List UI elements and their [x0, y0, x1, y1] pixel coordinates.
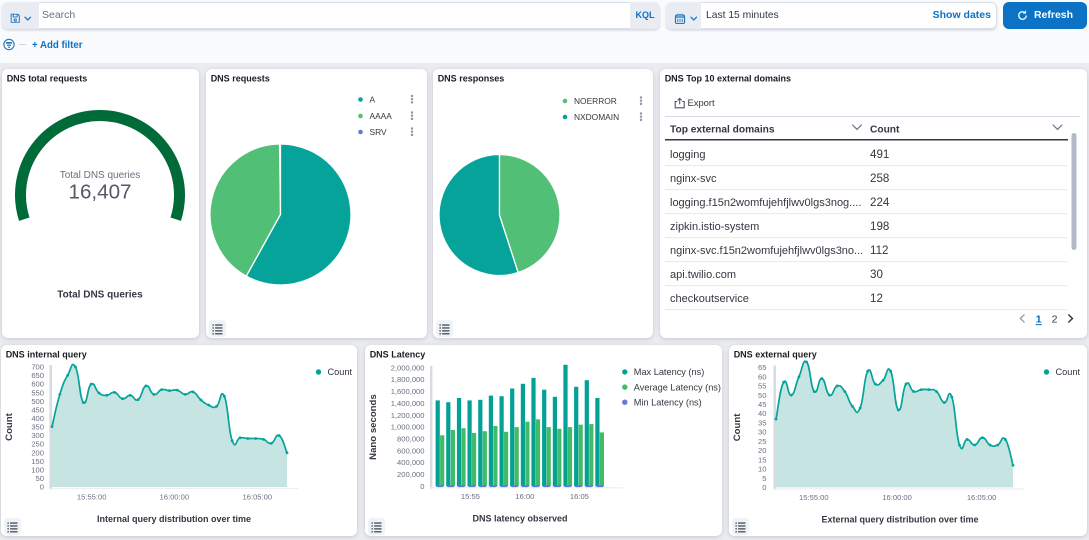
svg-text:DNS latency observed: DNS latency observed [472, 513, 567, 523]
svg-text:300: 300 [31, 431, 44, 440]
svg-text:logging.f15n2womfujehfjlwv0lgs: logging.f15n2womfujehfjlwv0lgs3nog.... [670, 197, 861, 209]
svg-text:50: 50 [758, 391, 766, 400]
svg-text:16,407: 16,407 [69, 181, 132, 204]
svg-text:Top external domains: Top external domains [670, 125, 775, 136]
svg-text:16:00:00: 16:00:00 [882, 493, 912, 502]
svg-text:650: 650 [31, 371, 44, 380]
svg-text:16:05: 16:05 [570, 492, 589, 501]
svg-text:External query distribution ov: External query distribution over time [821, 514, 978, 524]
svg-text:15:55: 15:55 [461, 492, 480, 501]
svg-text:DNS Latency: DNS Latency [370, 350, 426, 360]
svg-text:20: 20 [758, 446, 766, 455]
svg-text:10: 10 [758, 465, 766, 474]
svg-text:Export: Export [688, 97, 715, 108]
svg-text:logging: logging [670, 149, 705, 161]
svg-text:1,200,000: 1,200,000 [391, 411, 425, 420]
svg-text:15: 15 [758, 455, 766, 464]
svg-text:16:05:00: 16:05:00 [967, 493, 997, 502]
svg-text:Count: Count [4, 412, 15, 441]
svg-text:16:05:00: 16:05:00 [243, 493, 273, 502]
svg-text:198: 198 [870, 220, 889, 233]
svg-text:nginx-svc.f15n2womfujehfjlwv0l: nginx-svc.f15n2womfujehfjlwv0lgs3no... [670, 245, 863, 257]
svg-text:Internal query distribution ov: Internal query distribution over time [97, 514, 251, 524]
svg-text:0: 0 [762, 483, 766, 492]
svg-text:Average Latency (ns): Average Latency (ns) [634, 382, 721, 392]
svg-text:AAAA: AAAA [370, 111, 393, 121]
svg-text:A: A [370, 95, 376, 105]
svg-text:Count: Count [328, 367, 353, 377]
svg-text:450: 450 [31, 406, 44, 415]
svg-text:50: 50 [36, 474, 44, 483]
svg-text:DNS external query: DNS external query [734, 350, 817, 360]
svg-text:500: 500 [31, 397, 44, 406]
svg-text:api.twilio.com: api.twilio.com [670, 269, 736, 281]
svg-text:258: 258 [870, 172, 889, 185]
svg-text:35: 35 [758, 418, 766, 427]
svg-text:60: 60 [758, 372, 766, 381]
svg-text:600: 600 [31, 380, 44, 389]
svg-text:nginx-svc: nginx-svc [670, 173, 717, 185]
svg-text:491: 491 [870, 148, 889, 161]
svg-text:DNS internal query: DNS internal query [6, 350, 87, 360]
svg-text:12: 12 [870, 292, 883, 305]
svg-text:600,000: 600,000 [397, 446, 424, 455]
svg-text:2: 2 [1052, 313, 1058, 325]
svg-text:Count: Count [1056, 367, 1081, 377]
svg-text:Max Latency (ns): Max Latency (ns) [634, 367, 704, 377]
svg-text:Min Latency (ns): Min Latency (ns) [634, 397, 702, 407]
svg-text:zipkin.istio-system: zipkin.istio-system [670, 221, 759, 233]
svg-text:Count: Count [732, 413, 743, 442]
svg-text:15:55:00: 15:55:00 [77, 493, 107, 502]
svg-text:1,400,000: 1,400,000 [391, 399, 425, 408]
svg-text:400: 400 [31, 414, 44, 423]
svg-text:Nano seconds: Nano seconds [368, 394, 379, 460]
svg-text:1: 1 [1036, 313, 1042, 325]
svg-text:25: 25 [758, 437, 766, 446]
svg-text:200,000: 200,000 [397, 470, 424, 479]
svg-text:250: 250 [31, 440, 44, 449]
svg-text:700: 700 [31, 363, 44, 372]
svg-text:40: 40 [758, 409, 766, 418]
svg-text:30: 30 [758, 428, 766, 437]
svg-text:1,600,000: 1,600,000 [391, 387, 425, 396]
svg-text:Total DNS queries: Total DNS queries [60, 170, 141, 181]
svg-text:65: 65 [758, 363, 766, 372]
svg-text:400,000: 400,000 [397, 458, 424, 467]
svg-text:NXDOMAIN: NXDOMAIN [574, 112, 619, 122]
svg-text:350: 350 [31, 423, 44, 432]
svg-text:0: 0 [40, 483, 44, 492]
svg-text:112: 112 [870, 244, 888, 257]
svg-text:15:55:00: 15:55:00 [799, 493, 829, 502]
svg-text:800,000: 800,000 [397, 435, 424, 444]
svg-text:DNS total requests: DNS total requests [7, 74, 88, 84]
svg-text:200: 200 [31, 448, 44, 457]
svg-text:1,800,000: 1,800,000 [391, 375, 425, 384]
svg-text:150: 150 [31, 457, 44, 466]
svg-text:224: 224 [870, 196, 890, 209]
svg-text:16:00:00: 16:00:00 [160, 493, 190, 502]
svg-text:2,000,000: 2,000,000 [391, 363, 425, 372]
svg-text:16:00: 16:00 [515, 492, 534, 501]
svg-text:30: 30 [870, 268, 883, 281]
svg-text:5: 5 [762, 474, 766, 483]
svg-text:45: 45 [758, 400, 766, 409]
svg-text:550: 550 [31, 388, 44, 397]
svg-text:DNS Top 10 external domains: DNS Top 10 external domains [665, 74, 791, 84]
svg-text:Count: Count [870, 125, 900, 136]
svg-text:0: 0 [420, 482, 424, 491]
svg-text:100: 100 [31, 466, 44, 475]
svg-text:SRV: SRV [370, 127, 387, 137]
svg-text:1,000,000: 1,000,000 [391, 423, 425, 432]
svg-text:checkoutservice: checkoutservice [670, 293, 749, 305]
svg-text:55: 55 [758, 382, 766, 391]
svg-text:NOERROR: NOERROR [574, 96, 617, 106]
svg-text:DNS responses: DNS responses [438, 74, 505, 84]
svg-text:DNS requests: DNS requests [211, 74, 270, 84]
svg-text:Total DNS queries: Total DNS queries [57, 290, 143, 301]
